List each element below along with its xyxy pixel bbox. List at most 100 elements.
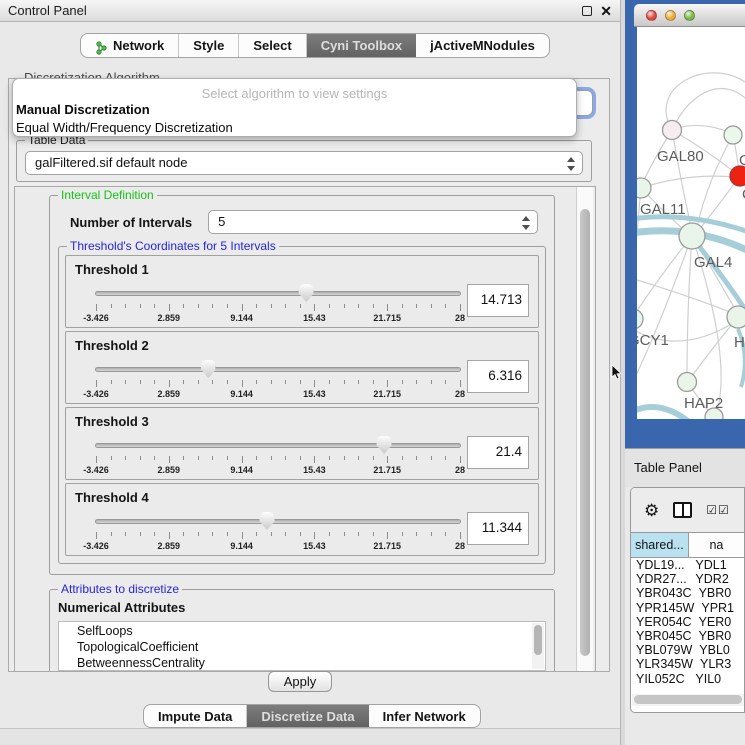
slider-track[interactable] <box>95 291 461 296</box>
interval-definition-title: Interval Definition <box>58 188 157 202</box>
column-header-shared-name[interactable]: shared... <box>631 533 689 557</box>
network-canvas[interactable]: GAL80GACGAL11GAL4GCY1HHAP2 <box>637 27 745 419</box>
settings-vertical-scrollbar[interactable] <box>576 187 593 671</box>
threshold-label: Threshold 4 <box>75 490 529 505</box>
network-node <box>678 373 697 392</box>
num-intervals-label: Number of Intervals <box>70 215 192 230</box>
threshold-panel: Threshold 2 -3.426 2.859 <box>65 331 539 404</box>
bottom-tab-label: Discretize Data <box>261 705 354 728</box>
network-node <box>679 223 705 249</box>
attributes-list-scrollbar[interactable] <box>532 623 544 669</box>
table-horizontal-scrollbar[interactable] <box>632 694 744 706</box>
table-row[interactable]: YER054C YER0 <box>631 615 744 629</box>
columns-icon[interactable] <box>673 502 692 518</box>
network-node-label: HAP2 <box>684 395 723 412</box>
zoom-traffic-light[interactable] <box>684 10 695 21</box>
tab-label: Cyni Toolbox <box>321 34 402 57</box>
table-row[interactable]: YDR27... YDR2 <box>631 572 744 586</box>
threshold-value-field[interactable]: 11.344 <box>467 512 529 545</box>
threshold-value-field[interactable]: 6.316 <box>467 360 529 393</box>
settings-scroll-area: Interval Definition Number of Intervals … <box>14 186 596 672</box>
table-row[interactable]: YBR045C YBR0 <box>631 629 744 643</box>
attribute-list-item[interactable]: BetweennessCentrality <box>77 655 545 671</box>
threshold-slider[interactable]: -3.426 2.859 9.144 15.43 21.715 28 <box>95 358 461 402</box>
slider-handle-icon[interactable] <box>299 284 314 302</box>
attributes-group: Attributes to discretize Numerical Attri… <box>49 589 555 672</box>
top-tabbar: Network Style Select Cyni Toolbox jActiv… <box>80 33 550 58</box>
mouse-cursor-icon <box>611 365 622 385</box>
select-columns-icon[interactable]: ☑☑ <box>706 503 730 517</box>
slider-ticks <box>96 380 460 388</box>
network-node-label: GAL4 <box>694 254 732 271</box>
close-traffic-light[interactable] <box>646 10 657 21</box>
tab[interactable]: Network <box>81 34 179 57</box>
network-node-label: H <box>734 334 745 351</box>
num-intervals-value: 5 <box>218 214 225 229</box>
attribute-list-item[interactable]: SelfLoops <box>77 623 545 639</box>
slider-handle-icon[interactable] <box>260 512 275 530</box>
table-row[interactable]: YPR145W YPR1 <box>631 601 744 615</box>
threshold-slider[interactable]: -3.426 2.859 9.144 15.43 21.715 28 <box>95 434 461 478</box>
tab[interactable]: Cyni Toolbox <box>307 34 416 57</box>
table-data-combobox[interactable]: galFiltered.sif default node <box>25 151 583 175</box>
slider-handle-icon[interactable] <box>377 436 392 454</box>
bottom-strip <box>0 728 620 745</box>
dropdown-placeholder: Select algorithm to view settings <box>13 86 576 101</box>
attributes-list[interactable]: SelfLoops TopologicalCoefficient Between… <box>58 621 546 671</box>
table-row[interactable]: YBR043C YBR0 <box>631 586 744 600</box>
bottom-tab[interactable]: Impute Data <box>144 705 247 727</box>
bottom-tab[interactable]: Discretize Data <box>247 705 368 727</box>
combo-stepper-icon <box>566 156 575 172</box>
threshold-label: Threshold 3 <box>75 414 529 429</box>
slider-track[interactable] <box>95 519 461 524</box>
threshold-panel: Threshold 1 -3.426 2.859 <box>65 255 539 328</box>
network-node <box>663 121 682 140</box>
control-panel-titlebar: Control Panel ✕ <box>0 0 620 22</box>
slider-track[interactable] <box>95 367 461 372</box>
threshold-slider[interactable]: -3.426 2.859 9.144 15.43 21.715 28 <box>95 282 461 326</box>
minimize-traffic-light[interactable] <box>665 10 676 21</box>
dropdown-option[interactable]: Manual Discretization <box>13 101 576 119</box>
dropdown-option[interactable]: Equal Width/Frequency Discretization <box>13 119 576 137</box>
network-edge <box>672 89 745 130</box>
table-data-group: Table Data galFiltered.sif default node <box>16 140 592 182</box>
close-icon[interactable]: ✕ <box>600 6 612 16</box>
threshold-value-field[interactable]: 21.4 <box>467 436 529 469</box>
gear-icon[interactable]: ⚙ <box>644 502 659 519</box>
tab[interactable]: Style <box>179 34 239 57</box>
slider-scale-labels: -3.426 2.859 9.144 15.43 21.715 28 <box>96 313 460 324</box>
bottom-tab-label: Infer Network <box>383 705 466 728</box>
table-row[interactable]: YLR345W YLR3 <box>631 657 744 671</box>
attribute-list-item[interactable]: TopologicalCoefficient <box>77 639 545 655</box>
panel-title: Control Panel <box>8 3 87 18</box>
table-panel-title: Table Panel <box>634 460 702 475</box>
apply-button[interactable]: Apply <box>268 671 332 692</box>
interval-definition-group: Interval Definition Number of Intervals … <box>49 195 555 575</box>
tab[interactable]: jActiveMNodules <box>416 34 549 57</box>
threshold-value-field[interactable]: 14.713 <box>467 284 529 317</box>
tab-label: jActiveMNodules <box>430 34 535 57</box>
network-edge <box>637 236 692 314</box>
app-root: { "window": { "title": "Control Panel" }… <box>0 0 745 745</box>
table-row[interactable]: YDL19... YDL1 <box>631 558 744 572</box>
numerical-attributes-label: Numerical Attributes <box>58 600 546 615</box>
combo-stepper-icon <box>521 215 530 231</box>
slider-ticks <box>96 532 460 540</box>
num-intervals-combobox[interactable]: 5 <box>208 210 538 234</box>
slider-scale-labels: -3.426 2.859 9.144 15.43 21.715 28 <box>96 389 460 400</box>
table-row[interactable]: YBL079W YBL0 <box>631 643 744 657</box>
network-node-label: GA <box>739 152 745 169</box>
threshold-slider[interactable]: -3.426 2.859 9.144 15.43 21.715 28 <box>95 510 461 554</box>
float-window-icon[interactable] <box>582 6 592 16</box>
table-row[interactable]: YIL052C YIL0 <box>631 672 744 686</box>
network-view-window: GAL80GACGAL11GAL4GCY1HHAP2 <box>625 0 745 448</box>
slider-handle-icon[interactable] <box>201 360 216 378</box>
tab[interactable]: Select <box>239 34 306 57</box>
slider-track[interactable] <box>95 443 461 448</box>
network-node <box>637 178 651 198</box>
column-header-name[interactable]: na <box>689 533 744 557</box>
network-window-titlebar[interactable] <box>634 4 745 27</box>
bottom-tab[interactable]: Infer Network <box>369 705 480 727</box>
attributes-group-title: Attributes to discretize <box>58 582 182 596</box>
network-edge <box>687 236 692 375</box>
